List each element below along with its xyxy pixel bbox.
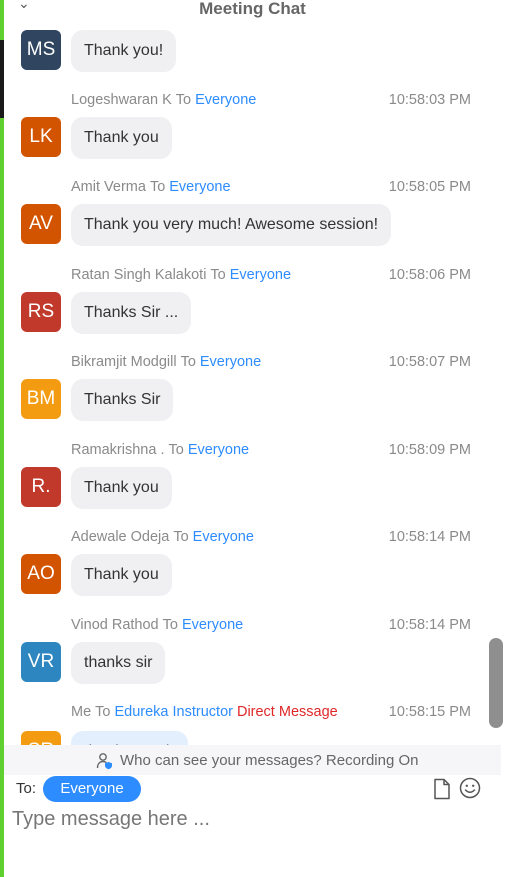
to-word: To — [162, 617, 178, 633]
message-meta: Bikramjit Modgill To Everyone 10:58:07 PM — [71, 354, 471, 372]
chat-title: Meeting Chat — [199, 0, 306, 18]
message-bubble: Thanks Sir — [71, 379, 174, 421]
message-list[interactable]: MS Thank you! Logeshwaran K To Everyone 10… — [4, 20, 501, 745]
message-bubble: Thank you — [71, 467, 172, 509]
recipient-link[interactable]: Everyone — [230, 267, 291, 283]
recipient-link[interactable]: Everyone — [200, 354, 261, 370]
message-bubble: Thank you very much! Awesome session! — [71, 204, 392, 246]
message-input[interactable] — [12, 804, 492, 834]
chat-scrollbar[interactable] — [489, 638, 503, 728]
file-icon[interactable] — [432, 778, 452, 800]
avatar: R. — [21, 467, 61, 507]
sender-name: Ratan Singh Kalakoti — [71, 267, 207, 283]
visibility-notice[interactable]: Who can see your messages? Recording On — [4, 745, 501, 775]
avatar: BM — [21, 379, 61, 419]
sender-name: Me — [71, 704, 92, 720]
recipient-link[interactable]: Everyone — [188, 442, 249, 458]
message-bubble: Thanks Sir ... — [71, 292, 192, 334]
avatar: AO — [21, 554, 61, 594]
to-word: To — [210, 267, 226, 283]
recipient-link[interactable]: Edureka Instructor — [114, 704, 232, 720]
avatar: VR — [21, 642, 61, 682]
to-word: To — [168, 442, 184, 458]
message-time: 10:58:06 PM — [388, 267, 471, 283]
message-meta: Adewale Odeja To Everyone 10:58:14 PM — [71, 529, 471, 547]
recipient-link[interactable]: Everyone — [195, 92, 256, 108]
avatar: SR — [21, 731, 61, 745]
message-meta: Vinod Rathod To Everyone 10:58:14 PM — [71, 617, 471, 635]
sender-name: Logeshwaran K — [71, 92, 172, 108]
avatar: LK — [21, 117, 61, 157]
sender-name: Adewale Odeja — [71, 529, 170, 545]
sender-name: Amit Verma — [71, 179, 146, 195]
message-time: 10:58:07 PM — [388, 354, 471, 370]
message-meta: Logeshwaran K To Everyone 10:58:03 PM — [71, 92, 471, 110]
message-bubble: Thank you — [71, 554, 172, 596]
sender-name: Bikramjit Modgill — [71, 354, 177, 370]
recipient-link[interactable]: Everyone — [193, 529, 254, 545]
message-time: 10:58:09 PM — [388, 442, 471, 458]
avatar: MS — [21, 30, 61, 70]
message-bubble: Thank you — [71, 117, 172, 159]
to-word: To — [149, 179, 166, 195]
message-time: 10:58:05 PM — [388, 179, 471, 195]
avatar: AV — [21, 204, 61, 244]
to-word: To — [173, 529, 189, 545]
chat-header: ⌄ Meeting Chat — [4, 0, 501, 20]
message-time: 10:58:14 PM — [388, 529, 471, 545]
message-time: 10:58:14 PM — [388, 617, 471, 633]
message-bubble: thank you sir — [71, 731, 188, 745]
message-meta: Me To Edureka Instructor Direct Message 10:… — [71, 704, 471, 722]
message-meta: Amit Verma To Everyone 10:58:05 PM — [71, 179, 471, 197]
message-meta: Ramakrishna . To Everyone 10:58:09 PM — [71, 442, 471, 460]
recipient-link[interactable]: Everyone — [182, 617, 243, 633]
to-word: To — [180, 354, 196, 370]
direct-message-label: Direct Message — [236, 704, 338, 720]
people-lock-icon — [96, 753, 112, 770]
sender-name: Vinod Rathod — [71, 617, 159, 633]
message-time: 10:58:03 PM — [388, 92, 471, 108]
message-meta: Ratan Singh Kalakoti To Everyone 10:58:06 … — [71, 267, 471, 285]
to-word: To — [95, 704, 111, 720]
recipient-row: To: Everyone — [4, 775, 501, 805]
message-time: 10:58:15 PM — [388, 704, 471, 720]
sender-name: Ramakrishna . — [71, 442, 165, 458]
emoji-icon[interactable] — [459, 777, 481, 799]
to-label: To: — [16, 780, 37, 797]
recipient-dropdown[interactable]: Everyone — [43, 776, 141, 802]
avatar: RS — [21, 292, 61, 332]
recipient-link[interactable]: Everyone — [169, 179, 230, 195]
message-bubble: thanks sir — [71, 642, 166, 684]
visibility-notice-text: Who can see your messages? Recording On — [120, 752, 419, 769]
to-word: To — [175, 92, 192, 108]
message-bubble: Thank you! — [71, 30, 177, 72]
